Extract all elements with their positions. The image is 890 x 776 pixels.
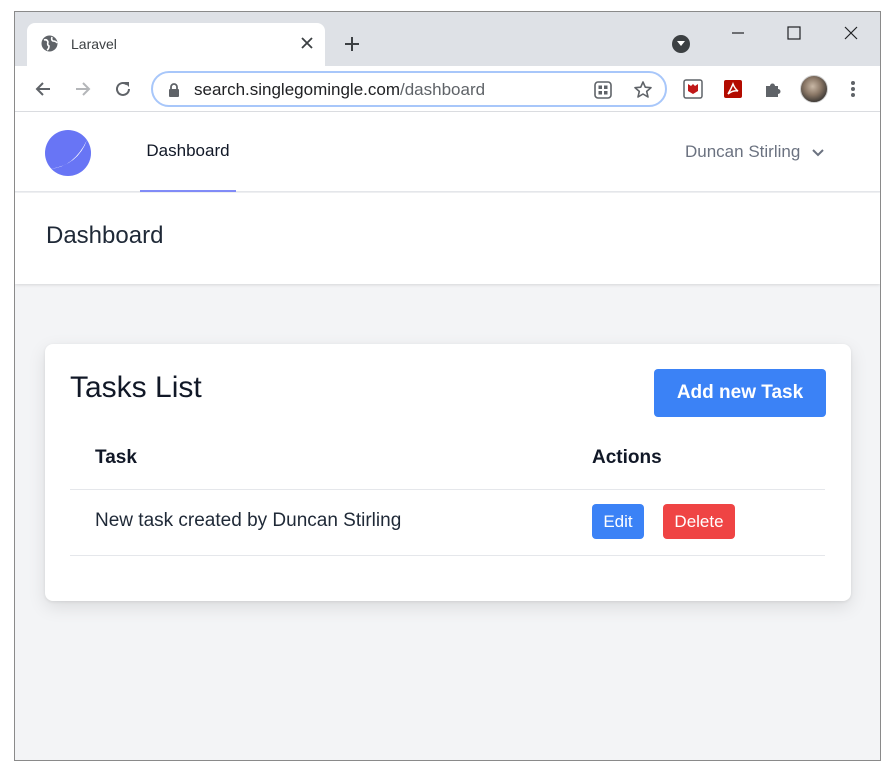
browser-window: Laravel search.singlegomingle.com/dashbo… (14, 11, 881, 761)
tab-title: Laravel (71, 36, 117, 52)
address-bar[interactable]: search.singlegomingle.com/dashboard (151, 71, 667, 107)
plus-icon[interactable] (340, 32, 364, 56)
user-menu[interactable]: Duncan Stirling (685, 142, 824, 162)
menu-icon[interactable] (841, 77, 865, 101)
reload-icon[interactable] (111, 77, 135, 101)
table-divider (70, 555, 825, 556)
column-header-task: Task (95, 447, 137, 468)
url-path: /dashboard (400, 80, 486, 99)
back-icon[interactable] (31, 77, 55, 101)
forward-icon[interactable] (71, 77, 95, 101)
task-name-cell: New task created by Duncan Stirling (95, 510, 402, 531)
pdf-icon[interactable] (721, 77, 745, 101)
edit-task-button[interactable]: Edit (592, 504, 644, 539)
page-title: Dashboard (46, 222, 164, 249)
maximize-icon[interactable] (774, 20, 814, 46)
chevron-down-icon (812, 142, 824, 162)
extensions-icon[interactable] (761, 77, 785, 101)
close-window-icon[interactable] (831, 20, 871, 46)
qr-icon[interactable] (593, 80, 613, 100)
browser-tab[interactable]: Laravel (27, 23, 325, 66)
user-name: Duncan Stirling (685, 142, 801, 161)
tasks-title: Tasks List (70, 371, 202, 404)
page-header: Dashboard (15, 193, 880, 284)
mcafee-icon[interactable] (681, 77, 705, 101)
delete-task-button[interactable]: Delete (663, 504, 735, 539)
app-navigation: Dashboard Duncan Stirling (15, 112, 880, 192)
close-icon[interactable] (297, 33, 317, 53)
browser-toolbar: search.singlegomingle.com/dashboard (15, 66, 880, 112)
profile-avatar[interactable] (800, 75, 828, 103)
tasks-card: Tasks List Add new Task Task Actions New… (45, 344, 851, 601)
lock-icon[interactable] (167, 82, 181, 98)
url-host: search.singlegomingle.com (194, 80, 400, 99)
column-header-actions: Actions (592, 447, 662, 468)
minimize-icon[interactable] (718, 20, 758, 46)
tab-search-icon[interactable] (672, 35, 690, 53)
nav-link-label: Dashboard (146, 141, 230, 160)
table-divider (70, 489, 825, 490)
nav-link-dashboard[interactable]: Dashboard (140, 112, 236, 192)
app-logo[interactable] (44, 129, 92, 177)
add-task-button[interactable]: Add new Task (654, 369, 826, 417)
globe-icon (41, 35, 58, 52)
tab-strip: Laravel (15, 12, 880, 66)
url-text[interactable]: search.singlegomingle.com/dashboard (194, 80, 485, 100)
star-icon[interactable] (633, 80, 653, 100)
